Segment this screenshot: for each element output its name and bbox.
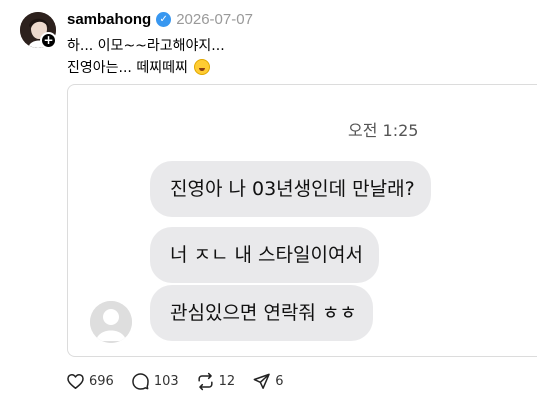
follow-plus-icon[interactable]: +	[40, 32, 57, 49]
chat-screenshot-image[interactable]: 오전 1:25 진영아 나 03년생인데 만날래? 너 ㅈㄴ 내 스타일이여서 …	[67, 84, 537, 357]
action-bar: 696 103 12 6	[66, 372, 300, 391]
post-caption: 하... 이모~~라고해야지... 진영아는... 떼찌떼찌	[67, 35, 225, 79]
comment-count: 103	[153, 374, 179, 389]
comment-button[interactable]: 103	[131, 372, 179, 391]
verified-badge-icon: ✓	[156, 11, 172, 27]
chat-sender-avatar-icon	[90, 301, 132, 343]
like-button[interactable]: 696	[66, 372, 114, 391]
post-header: sambahong ✓ 2026-07-07	[67, 9, 253, 29]
laughing-emoji-icon	[194, 59, 211, 75]
caption-line-1: 하... 이모~~라고해야지...	[67, 38, 225, 54]
chat-message: 진영아 나 03년생인데 만날래?	[150, 161, 431, 217]
repost-icon	[198, 372, 213, 391]
comment-bubble-icon	[132, 373, 149, 390]
like-count: 696	[89, 374, 114, 389]
post-date: 2026-07-07	[176, 10, 253, 28]
chat-message: 너 ㅈㄴ 내 스타일이여서	[150, 227, 379, 283]
heart-icon	[67, 374, 84, 389]
repost-button[interactable]: 12	[196, 372, 236, 391]
share-count: 6	[275, 374, 284, 389]
threads-post: + sambahong ✓ 2026-07-07 하... 이모~~라고해야지.…	[0, 0, 537, 403]
repost-count: 12	[218, 374, 236, 389]
caption-line-2: 진영아는... 떼찌떼찌	[67, 57, 225, 79]
chat-timestamp: 오전 1:25	[348, 121, 419, 140]
share-button[interactable]: 6	[252, 372, 283, 391]
share-icon	[253, 373, 270, 389]
username[interactable]: sambahong	[67, 11, 151, 28]
caption-line-2-text: 진영아는... 떼찌떼찌	[67, 60, 188, 76]
chat-message: 관심있으면 연락줘 ㅎㅎ	[150, 285, 373, 341]
